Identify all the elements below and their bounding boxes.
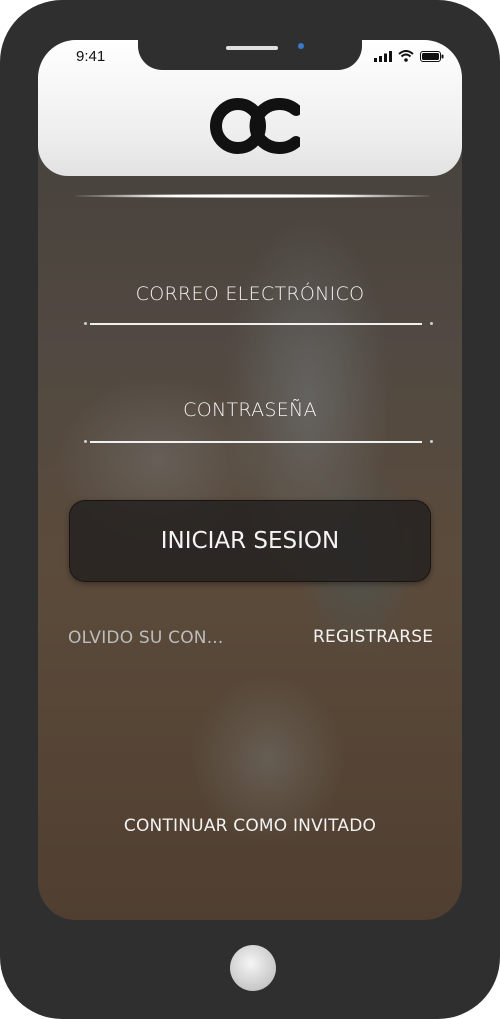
app-header: 9:41 <box>38 40 462 176</box>
phone-frame: 9:41 CORREO ELECTRÓNICO CONTRASEÑA INICI… <box>0 0 500 1019</box>
wifi-icon <box>398 50 414 62</box>
email-label[interactable]: CORREO ELECTRÓNICO <box>38 283 462 305</box>
line-dot <box>84 440 87 443</box>
forgot-password-link[interactable]: OLVIDO SU CON... <box>68 628 224 648</box>
front-camera <box>298 43 304 49</box>
password-field[interactable] <box>90 441 422 443</box>
password-label[interactable]: CONTRASEÑA <box>38 399 462 421</box>
guest-link[interactable]: CONTINUAR COMO INVITADO <box>38 816 462 836</box>
signal-bars-icon <box>374 50 392 62</box>
battery-icon <box>420 50 444 62</box>
line-dot <box>84 322 87 325</box>
home-button[interactable] <box>230 945 276 991</box>
device-notch <box>138 40 362 70</box>
header-divider <box>76 194 430 198</box>
email-field[interactable] <box>90 323 422 325</box>
login-button[interactable]: INICIAR SESION <box>69 500 431 582</box>
app-screen: 9:41 CORREO ELECTRÓNICO CONTRASEÑA INICI… <box>38 40 462 920</box>
status-time: 9:41 <box>76 48 106 65</box>
status-icons <box>374 50 444 62</box>
oc-logo <box>210 98 300 154</box>
register-link[interactable]: REGISTRARSE <box>313 627 433 647</box>
line-dot <box>430 322 433 325</box>
line-dot <box>430 440 433 443</box>
speaker-grille <box>226 46 278 50</box>
